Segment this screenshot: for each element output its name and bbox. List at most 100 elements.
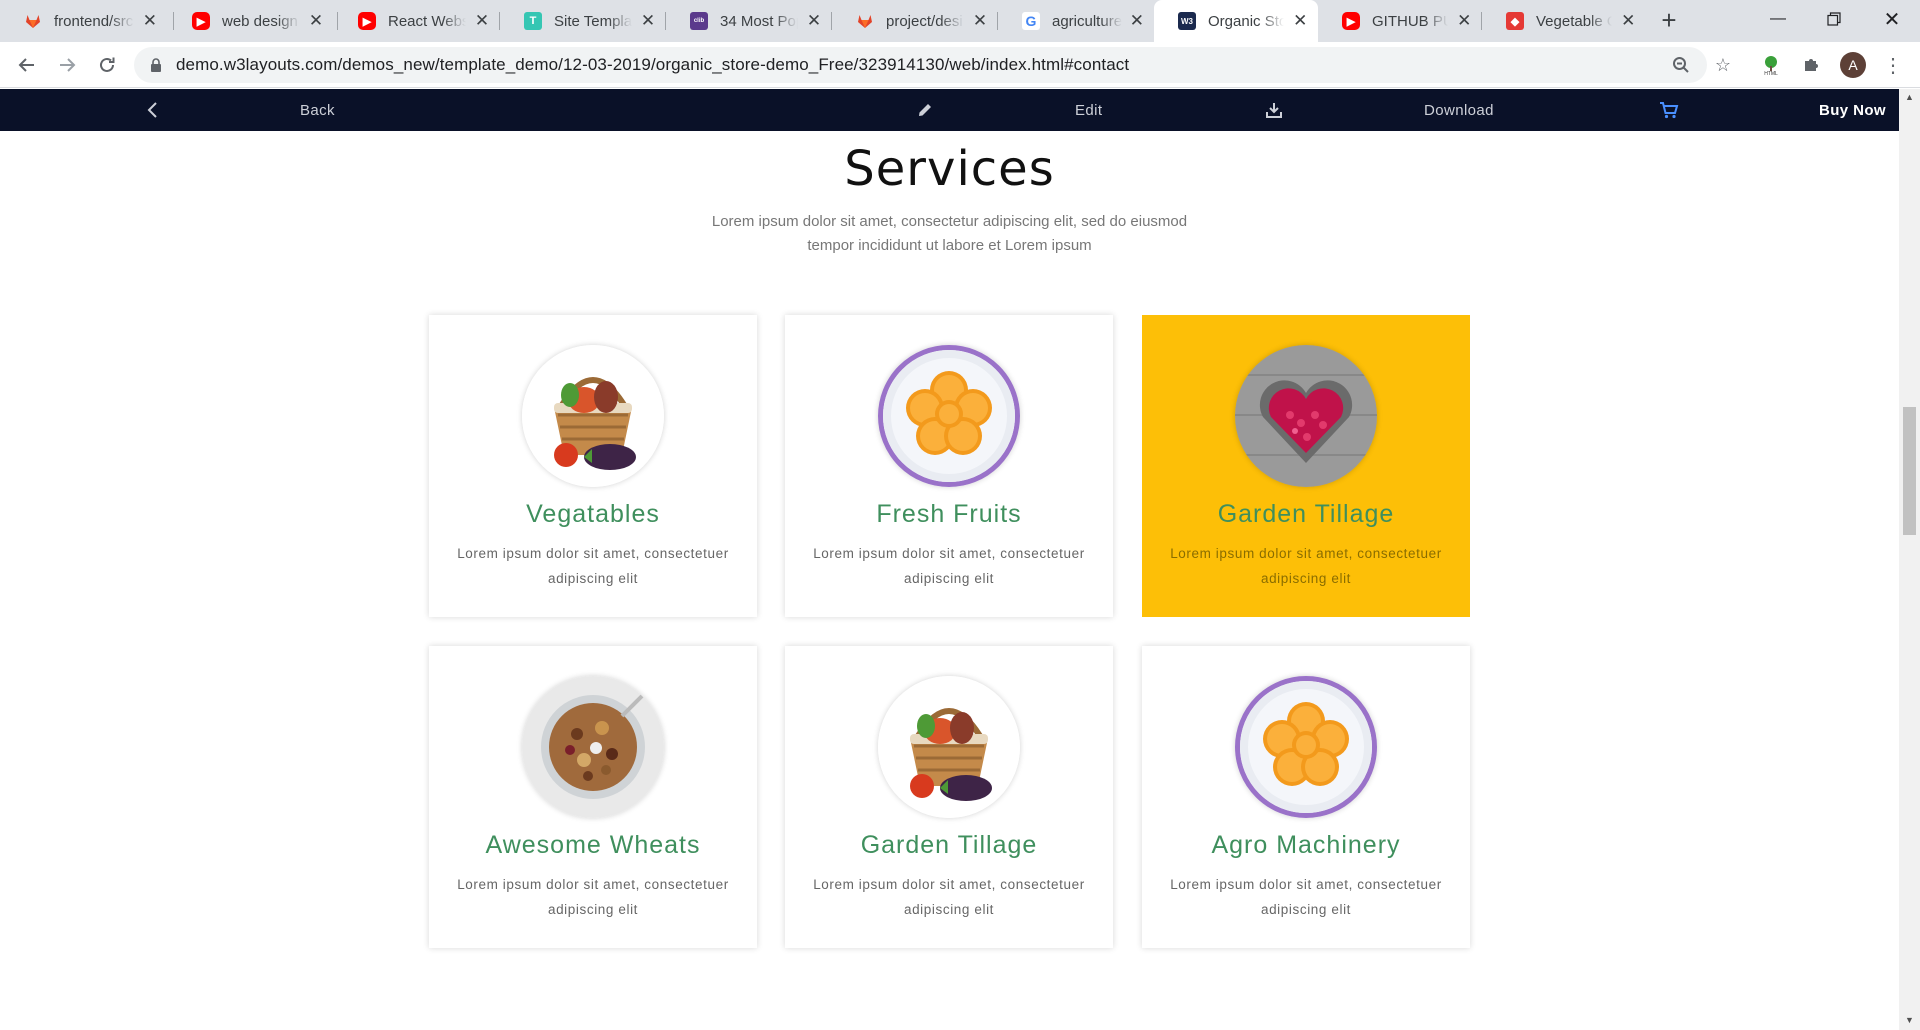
browser-tab[interactable]: G agriculture w ✕ <box>998 0 1154 42</box>
card-text: Lorem ipsum dolor sit amet, consectetuer… <box>1170 546 1442 586</box>
service-card[interactable]: Agro Machinery Lorem ipsum dolor sit ame… <box>1142 646 1470 948</box>
minimize-icon[interactable]: — <box>1750 0 1806 38</box>
shopping-cart-icon[interactable] <box>1659 89 1679 131</box>
service-card-featured[interactable]: Garden Tillage Lorem ipsum dolor sit ame… <box>1142 315 1470 617</box>
tab-title: agriculture w <box>1052 12 1122 30</box>
close-icon[interactable]: ✕ <box>142 11 158 31</box>
browser-tab-strip: frontend/src ✕ ▶ web design ✕ ▶ React We… <box>0 0 1920 42</box>
browser-tab[interactable]: project/desi ✕ <box>832 0 998 42</box>
restore-icon[interactable] <box>1806 0 1862 38</box>
gitlab-icon <box>856 12 874 30</box>
close-icon[interactable]: ✕ <box>806 11 822 31</box>
close-icon[interactable]: ✕ <box>1456 11 1472 31</box>
youtube-icon: ▶ <box>192 12 210 30</box>
service-card[interactable]: Vegatables Lorem ipsum dolor sit amet, c… <box>429 315 757 617</box>
scrollbar-thumb[interactable] <box>1903 407 1916 535</box>
profile-avatar[interactable]: A <box>1840 52 1866 78</box>
bookmark-star-icon[interactable]: ☆ <box>1710 52 1736 78</box>
browser-tab[interactable]: frontend/src ✕ <box>0 0 168 42</box>
extensions-puzzle-icon[interactable] <box>1798 52 1824 78</box>
card-text: Lorem ipsum dolor sit amet, consectetuer… <box>457 877 729 917</box>
tab-title: 34 Most Pop <box>720 12 799 30</box>
granola-bowl-image <box>522 676 664 818</box>
orange-plate-image <box>878 345 1020 487</box>
tab-title: Organic Stor <box>1208 12 1285 30</box>
card-title: Agro Machinery <box>1211 831 1401 859</box>
tab-title: web design <box>222 12 298 30</box>
url-text: demo.w3layouts.com/demos_new/template_de… <box>176 55 1130 74</box>
card-title: Garden Tillage <box>860 831 1038 859</box>
tab-title: GITHUB PUL <box>1372 12 1449 30</box>
window-close-icon[interactable]: ✕ <box>1864 0 1920 38</box>
forward-arrow-icon[interactable] <box>52 50 82 80</box>
tab-title: Site Templat <box>554 12 633 30</box>
card-title: Garden Tillage <box>1217 500 1395 528</box>
scroll-up-arrow-icon[interactable]: ▲ <box>1905 92 1914 102</box>
tab-title: frontend/src <box>54 12 134 30</box>
chevron-left-icon[interactable] <box>146 89 158 131</box>
new-tab-icon[interactable]: + <box>1654 6 1684 36</box>
youtube-icon: ▶ <box>358 12 376 30</box>
edit-link[interactable]: Edit <box>1075 89 1102 131</box>
service-card[interactable]: Fresh Fruits Lorem ipsum dolor sit amet,… <box>785 315 1113 617</box>
download-icon[interactable] <box>1265 89 1283 131</box>
lock-icon <box>151 58 161 72</box>
card-title: Vegatables <box>526 500 660 528</box>
browser-toolbar: demo.w3layouts.com/demos_new/template_de… <box>0 42 1920 88</box>
vegetable-basket-image <box>878 676 1020 818</box>
service-card[interactable]: Awesome Wheats Lorem ipsum dolor sit ame… <box>429 646 757 948</box>
section-title: Services <box>844 141 1055 197</box>
close-icon[interactable]: ✕ <box>308 11 324 31</box>
html-extension-icon[interactable]: HTML <box>1758 52 1784 78</box>
subtitle-line: Lorem ipsum dolor sit amet, consectetur … <box>711 213 1188 230</box>
browser-tab[interactable]: clib 34 Most Pop ✕ <box>666 0 832 42</box>
tab-title: project/desi <box>886 12 963 30</box>
menu-kebab-icon[interactable]: ⋮ <box>1880 52 1906 78</box>
app-icon: ◆ <box>1506 12 1524 30</box>
orange-plate-image <box>1235 676 1377 818</box>
card-title: Awesome Wheats <box>485 831 701 859</box>
w3layouts-icon: W3 <box>1178 12 1196 30</box>
service-card[interactable]: Garden Tillage Lorem ipsum dolor sit ame… <box>785 646 1113 948</box>
svg-text:HTML: HTML <box>1764 71 1778 76</box>
address-bar[interactable]: demo.w3layouts.com/demos_new/template_de… <box>134 47 1707 83</box>
close-icon[interactable]: ✕ <box>972 11 988 31</box>
browser-tab[interactable]: ▶ React Websit ✕ <box>334 0 500 42</box>
back-arrow-icon[interactable] <box>12 50 42 80</box>
card-title: Fresh Fruits <box>876 500 1022 528</box>
download-link[interactable]: Download <box>1424 89 1494 131</box>
youtube-icon: ▶ <box>1342 12 1360 30</box>
close-icon[interactable]: ✕ <box>640 11 656 31</box>
reload-icon[interactable] <box>92 50 122 80</box>
browser-tab[interactable]: ◆ Vegetable Q ✕ <box>1482 0 1646 42</box>
card-text: Lorem ipsum dolor sit amet, consectetuer… <box>457 546 729 586</box>
browser-tab[interactable]: ▶ GITHUB PUL ✕ <box>1318 0 1482 42</box>
close-icon[interactable]: ✕ <box>1292 11 1308 31</box>
card-text: Lorem ipsum dolor sit amet, consectetuer… <box>1170 877 1442 917</box>
zoom-icon[interactable] <box>1668 52 1694 78</box>
browser-tab[interactable]: T Site Templat ✕ <box>500 0 666 42</box>
vegetable-basket-image <box>522 345 664 487</box>
subtitle-line: tempor incididunt ut labore et Lorem ips… <box>807 237 1092 254</box>
card-text: Lorem ipsum dolor sit amet, consectetuer… <box>813 546 1085 586</box>
tab-title: Vegetable Q <box>1536 12 1613 30</box>
card-text: Lorem ipsum dolor sit amet, consectetuer… <box>813 877 1085 917</box>
gitlab-icon <box>24 12 42 30</box>
close-icon[interactable]: ✕ <box>1130 11 1144 31</box>
buy-now-link[interactable]: Buy Now <box>1819 89 1886 131</box>
browser-tab[interactable]: ▶ web design ✕ <box>168 0 334 42</box>
section-subtitle: Lorem ipsum dolor sit amet, consectetur … <box>0 210 1899 258</box>
pencil-icon[interactable] <box>916 89 934 131</box>
page-scrollbar[interactable]: ▲ ▼ <box>1899 89 1920 1030</box>
scroll-down-arrow-icon[interactable]: ▼ <box>1905 1015 1914 1025</box>
template-icon: T <box>524 12 542 30</box>
pomegranate-heart-image <box>1235 345 1377 487</box>
browser-tab-active[interactable]: W3 Organic Stor ✕ <box>1154 0 1318 42</box>
google-icon: G <box>1022 12 1040 30</box>
back-link[interactable]: Back <box>300 89 335 131</box>
demo-toolbar: Back Edit Download Buy Now <box>0 89 1899 131</box>
close-icon[interactable]: ✕ <box>474 11 490 31</box>
tab-title: React Websit <box>388 12 467 30</box>
close-icon[interactable]: ✕ <box>1620 11 1636 31</box>
colorlib-icon: clib <box>690 12 708 30</box>
